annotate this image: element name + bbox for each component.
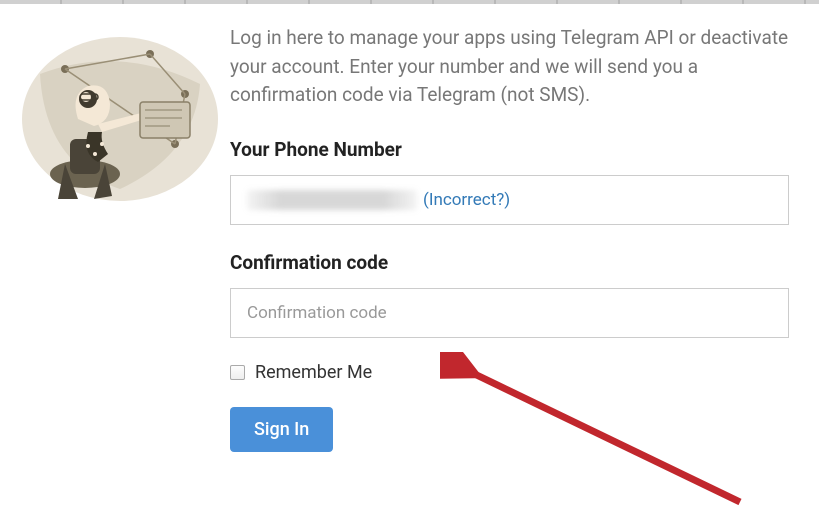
remember-me-row: Remember Me [230, 362, 789, 383]
main-container: Log in here to manage your apps using Te… [0, 4, 819, 452]
sign-in-button[interactable]: Sign In [230, 407, 333, 452]
incorrect-link[interactable]: (Incorrect?) [423, 190, 510, 210]
remember-me-label: Remember Me [255, 362, 372, 383]
login-form: Log in here to manage your apps using Te… [230, 24, 819, 452]
login-illustration [0, 24, 230, 452]
phone-label: Your Phone Number [230, 138, 789, 161]
phone-number-redacted [247, 190, 417, 210]
code-label: Confirmation code [230, 251, 789, 274]
login-description: Log in here to manage your apps using Te… [230, 24, 789, 110]
telegram-core-illustration [10, 24, 220, 204]
remember-me-checkbox[interactable] [230, 365, 245, 380]
phone-display-box: (Incorrect?) [230, 175, 789, 225]
confirmation-code-input[interactable] [230, 288, 789, 338]
